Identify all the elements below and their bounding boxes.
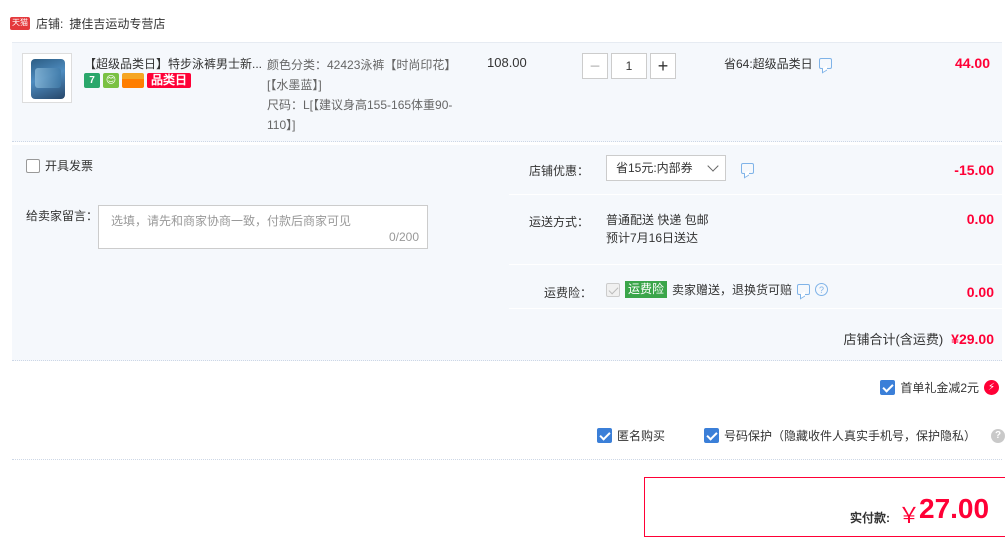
shipping-method: 普通配送 快递 包邮 bbox=[606, 213, 709, 227]
anonymous-label: 匿名购买 bbox=[617, 429, 666, 443]
sku-size: 尺码：L[【建议身高155-165体重90-110】] bbox=[267, 98, 453, 132]
service-icon: 😊 bbox=[103, 73, 119, 88]
anonymous-checkbox[interactable] bbox=[597, 428, 612, 443]
discount-label: 店铺优惠： bbox=[529, 164, 590, 178]
discount-selected-value: 省15元:内部券 bbox=[616, 161, 693, 175]
shop-total: 店铺合计(含运费) ¥29.00 bbox=[844, 329, 995, 348]
memo-char-count: 0/200 bbox=[388, 230, 419, 244]
shipping-label: 运送方式： bbox=[529, 215, 590, 229]
currency-symbol: ￥ bbox=[898, 503, 921, 528]
discount-select[interactable]: 省15元:内部券 bbox=[606, 155, 726, 181]
chat-icon[interactable] bbox=[797, 284, 811, 295]
invoice-label: 开具发票 bbox=[45, 159, 94, 173]
lightning-icon: ⚡ bbox=[984, 380, 999, 395]
shop-discount-row: 店铺优惠： 省15元:内部券 -15.00 bbox=[509, 145, 1002, 195]
phone-protect-checkbox[interactable] bbox=[704, 428, 720, 443]
quantity-input[interactable]: 1 bbox=[611, 53, 647, 79]
category-day-badge: 品类日 bbox=[147, 73, 192, 88]
order-summary-panel: 店铺优惠： 省15元:内部券 -15.00 运送方式： 普通配送 快递 包邮 预… bbox=[509, 145, 1002, 361]
product-tags: 7 😊 品类日 bbox=[84, 73, 192, 88]
item-total-price: 44.00 bbox=[954, 55, 990, 71]
cart-item-row: 【超级品类日】特步泳裤男士新... 7 😊 品类日 颜色分类：42423泳裤【时… bbox=[12, 42, 1002, 142]
shop-total-label: 店铺合计(含运费) bbox=[843, 332, 944, 347]
shop-name-link[interactable]: 捷佳吉运动专营店 bbox=[69, 15, 165, 32]
quantity-stepper: − 1 + bbox=[582, 53, 676, 79]
insurance-checkbox bbox=[606, 282, 620, 297]
chevron-down-icon bbox=[707, 160, 719, 172]
decrease-quantity-button[interactable]: − bbox=[582, 53, 608, 79]
product-thumbnail[interactable] bbox=[22, 53, 72, 103]
payment-label: 实付款: bbox=[850, 511, 890, 525]
product-title-link[interactable]: 【超级品类日】特步泳裤男士新... bbox=[84, 55, 264, 72]
shop-label: 店铺: bbox=[36, 16, 64, 31]
increase-quantity-button[interactable]: + bbox=[650, 53, 676, 79]
insurance-option: 运费险 卖家赠送，退换货可赔 ? bbox=[606, 281, 829, 298]
insurance-text: 卖家赠送，退换货可赔 bbox=[672, 283, 793, 297]
insurance-amount: 0.00 bbox=[966, 284, 994, 300]
invoice-checkbox[interactable] bbox=[26, 158, 40, 173]
tmall-badge-icon: 天猫 bbox=[10, 16, 30, 30]
memo-label: 给卖家留言： bbox=[26, 209, 99, 223]
gift-label: 首单礼金减2元 bbox=[900, 381, 979, 395]
help-icon[interactable]: ? bbox=[991, 428, 1005, 443]
phone-protect-label: 号码保护（隐藏收件人真实手机号，保护隐私） bbox=[724, 429, 977, 443]
saving-info: 省64:超级品类日 bbox=[724, 55, 832, 72]
first-order-gift[interactable]: 首单礼金减2元 ⚡ bbox=[880, 379, 999, 396]
shipping-amount: 0.00 bbox=[966, 211, 994, 227]
seven-day-return-icon: 7 bbox=[84, 73, 100, 88]
shipping-info: 普通配送 快递 包邮 预计7月16日送达 bbox=[606, 211, 709, 247]
discount-amount: -15.00 bbox=[954, 162, 994, 178]
memo-placeholder: 选填，请先和商家协商一致，付款后商家可见 bbox=[111, 214, 352, 228]
insurance-label: 运费险： bbox=[544, 286, 593, 300]
help-icon[interactable]: ? bbox=[815, 283, 829, 296]
invoice-option[interactable]: 开具发票 bbox=[26, 157, 93, 174]
chat-icon[interactable] bbox=[741, 163, 754, 174]
credit-card-icon bbox=[122, 73, 144, 88]
privacy-options: 匿名购买 号码保护（隐藏收件人真实手机号，保护隐私） ? bbox=[597, 427, 1005, 444]
seller-memo-textarea[interactable]: 选填，请先和商家协商一致，付款后商家可见 0/200 bbox=[98, 205, 428, 249]
shop-header: 天猫 店铺: 捷佳吉运动专营店 bbox=[10, 14, 165, 32]
saving-text: 省64:超级品类日 bbox=[724, 57, 813, 71]
payment-amount: 27.00 bbox=[919, 493, 990, 524]
gift-checkbox[interactable] bbox=[880, 380, 896, 395]
divider bbox=[12, 459, 1002, 460]
chat-icon[interactable] bbox=[818, 58, 832, 69]
sku-color: 颜色分类：42423泳裤【时尚印花】[【水墨蓝】] bbox=[267, 58, 457, 92]
payment-summary: 实付款: ￥ 27.00 bbox=[644, 477, 1005, 537]
unit-price: 108.00 bbox=[487, 55, 527, 70]
order-options: 开具发票 给卖家留言： 选填，请先和商家协商一致，付款后商家可见 0/200 店… bbox=[12, 145, 1002, 361]
sku-info: 颜色分类：42423泳裤【时尚印花】[【水墨蓝】] 尺码：L[【建议身高155-… bbox=[267, 55, 457, 135]
insurance-badge: 运费险 bbox=[625, 281, 668, 298]
shipping-eta: 预计7月16日送达 bbox=[606, 231, 699, 245]
shipping-row: 运送方式： 普通配送 快递 包邮 预计7月16日送达 0.00 bbox=[509, 196, 1002, 265]
shop-total-value: ¥29.00 bbox=[951, 331, 994, 347]
